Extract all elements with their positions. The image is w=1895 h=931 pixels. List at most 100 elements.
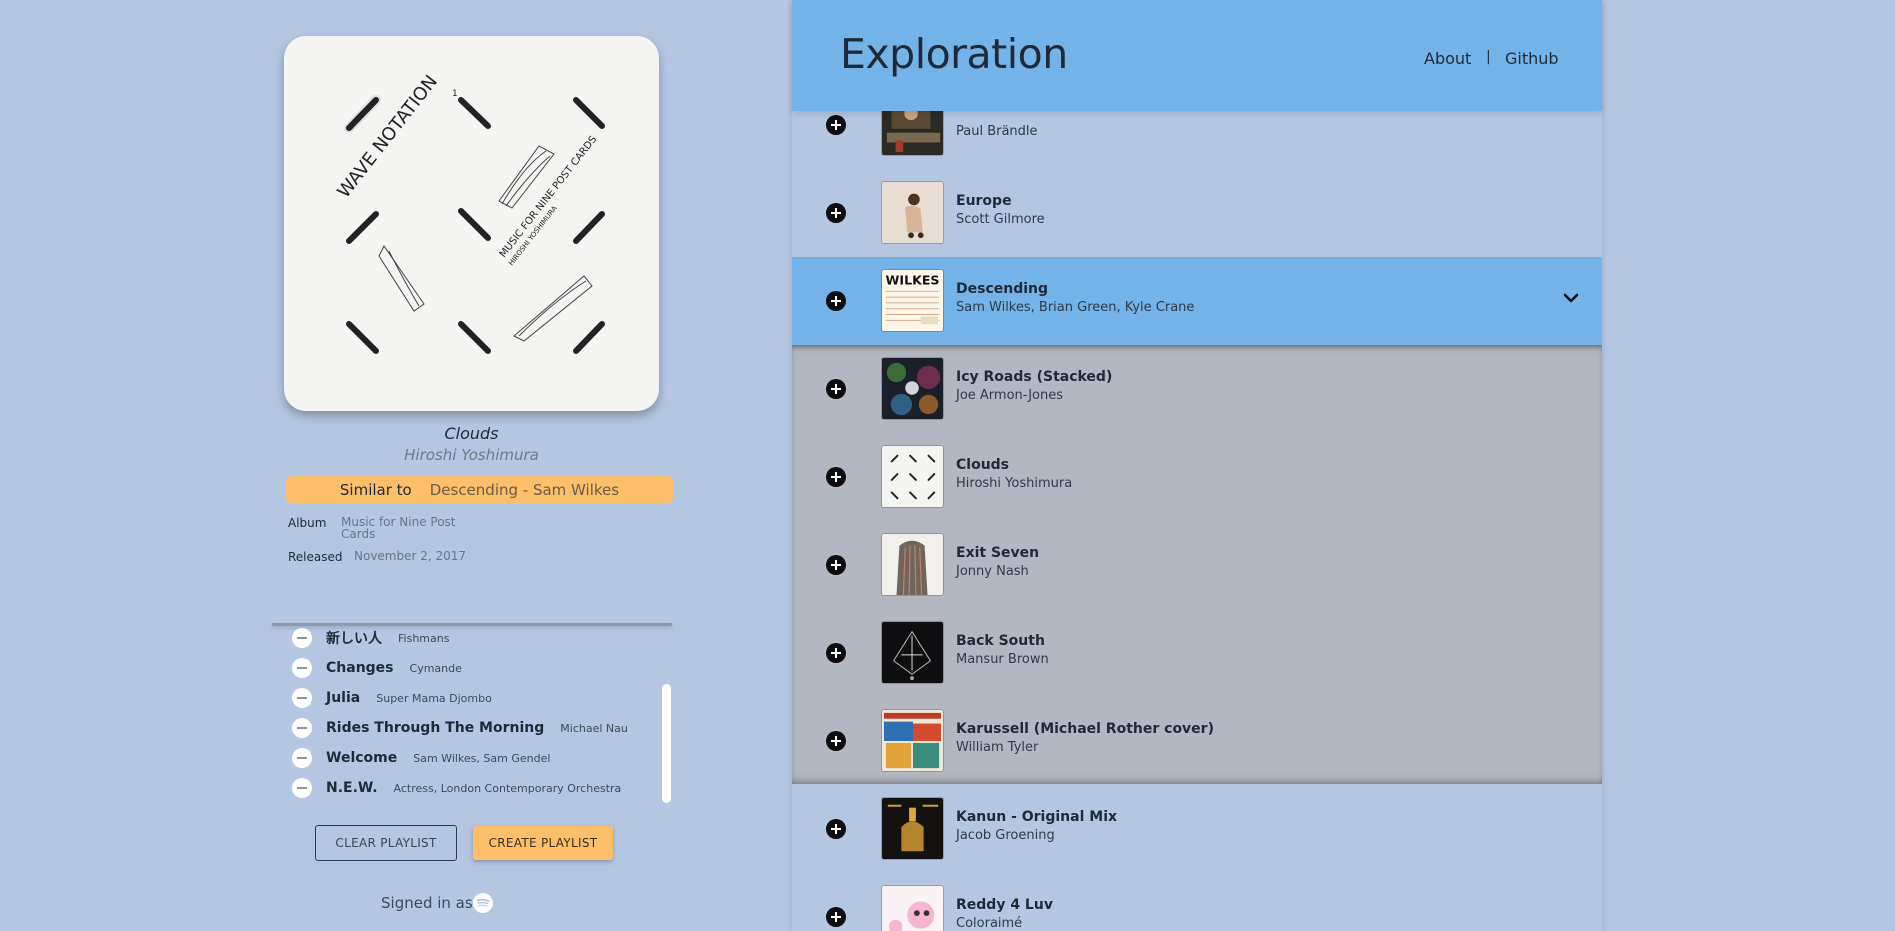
now-playing-title: Clouds (444, 424, 499, 443)
album-value-line2: Cards (341, 527, 376, 541)
track-title: Exit Seven (956, 545, 1040, 561)
create-playlist-button[interactable]: CREATE PLAYLIST (473, 826, 613, 860)
feed-row[interactable]: Clouds Hiroshi Yoshimura (792, 433, 1602, 521)
remove-track-icon[interactable] (292, 688, 312, 708)
album-thumbnail: WILKES (881, 269, 944, 332)
album-thumbnail (881, 885, 944, 931)
chevron-down-icon[interactable] (1562, 291, 1580, 305)
track-title: Descending (956, 281, 1049, 297)
album-thumbnail (881, 797, 944, 860)
feed-row-selected[interactable]: WILKES Descending Sam Wilkes, Brian Gree… (792, 257, 1602, 345)
add-track-icon[interactable] (826, 115, 846, 135)
track-title: Clouds (956, 457, 1010, 473)
album-thumbnail (881, 357, 944, 420)
svg-text:1: 1 (452, 89, 458, 99)
track-artist: Jacob Groening (956, 828, 1055, 843)
add-track-icon[interactable] (826, 643, 846, 663)
spotify-icon[interactable] (473, 893, 493, 913)
album-thumbnail (881, 621, 944, 684)
app-title: Exploration (840, 30, 1068, 78)
playlist-item: Rides Through The Morning Michael Nau (272, 716, 672, 740)
track-title: Kanun - Original Mix (956, 809, 1118, 825)
svg-text:WAVE NOTATION: WAVE NOTATION (333, 71, 442, 202)
track-artist: Scott Gilmore (956, 212, 1045, 227)
album-label: Album (288, 516, 327, 530)
released-meta: Released November 2, 2017 (288, 550, 588, 564)
add-track-icon[interactable] (826, 555, 846, 575)
playlist-artist: Sam Wilkes, Sam Gendel (413, 751, 551, 765)
add-track-icon[interactable] (826, 907, 846, 927)
feed-row[interactable]: Karussell (Michael Rother cover) William… (792, 697, 1602, 785)
remove-track-icon[interactable] (292, 658, 312, 678)
album-thumbnail (881, 181, 944, 244)
remove-track-icon[interactable] (292, 628, 312, 648)
track-title: Karussell (Michael Rother cover) (956, 721, 1214, 737)
similar-to-value[interactable]: Descending - Sam Wilkes (430, 481, 619, 499)
released-value: November 2, 2017 (354, 549, 467, 563)
playlist-track: Rides Through The Morning (326, 720, 545, 736)
album-cover-art: WAVE NOTATION 1 MUSIC FOR NINE POST CARD… (333, 71, 605, 354)
track-artist: Coloraimé (956, 916, 1023, 931)
add-track-icon[interactable] (826, 731, 846, 751)
playlist-track: 新しい人 (326, 631, 382, 647)
album-cover: WAVE NOTATION 1 MUSIC FOR NINE POST CARD… (284, 36, 659, 411)
remove-track-icon[interactable] (292, 748, 312, 768)
add-track-icon[interactable] (826, 467, 846, 487)
track-artist: Sam Wilkes, Brian Green, Kyle Crane (956, 300, 1195, 315)
clear-playlist-button[interactable]: CLEAR PLAYLIST (315, 825, 457, 861)
feed-row[interactable]: Europe Scott Gilmore (792, 169, 1602, 257)
track-artist: Jonny Nash (956, 564, 1029, 579)
app-header: Exploration About | Github (792, 0, 1602, 111)
feed-row[interactable]: Reddy 4 Luv Coloraimé (792, 873, 1602, 931)
album-meta: Album Music for Nine Post Cards (288, 516, 588, 544)
playlist-item: N.E.W. Actress, London Contemporary Orch… (272, 776, 672, 800)
album-thumbnail (881, 445, 944, 508)
playlist-track: Julia (326, 690, 361, 706)
track-artist: Paul Brändle (956, 124, 1038, 139)
playlist-scrollbar[interactable] (662, 684, 671, 803)
track-title: Back South (956, 633, 1045, 649)
playlist-artist: Fishmans (398, 631, 450, 645)
playlist-artist: Cymande (409, 661, 462, 675)
feed-row[interactable]: Exit Seven Jonny Nash (792, 521, 1602, 609)
playlist-item: 新しい人 Fishmans (272, 626, 672, 650)
playlist-artist: Michael Nau (560, 721, 628, 735)
signed-in-label: Signed in as (381, 894, 473, 912)
album-thumbnail (881, 533, 944, 596)
playlist-item: Welcome Sam Wilkes, Sam Gendel (272, 746, 672, 770)
track-artist: Mansur Brown (956, 652, 1049, 667)
playlist-item: Julia Super Mama Djombo (272, 686, 672, 710)
track-title: Reddy 4 Luv (956, 897, 1053, 913)
add-track-icon[interactable] (826, 203, 846, 223)
similar-to-label: Similar to (339, 480, 412, 499)
playlist-track: Changes (326, 660, 394, 676)
released-label: Released (288, 550, 343, 564)
track-title: Icy Roads (Stacked) (956, 369, 1113, 385)
feed-row[interactable]: Back South Mansur Brown (792, 609, 1602, 697)
remove-track-icon[interactable] (292, 718, 312, 738)
track-artist: Hiroshi Yoshimura (956, 476, 1073, 491)
add-track-icon[interactable] (826, 379, 846, 399)
svg-text:WILKES: WILKES (886, 273, 940, 288)
playlist-artist: Super Mama Djombo (376, 691, 492, 705)
similar-to-bar: Similar to Descending - Sam Wilkes (285, 475, 674, 504)
playlist-artist: Actress, London Contemporary Orchestra (393, 781, 622, 795)
add-track-icon[interactable] (826, 291, 846, 311)
remove-track-icon[interactable] (292, 778, 312, 798)
track-artist: Joe Armon-Jones (956, 388, 1063, 403)
add-track-icon[interactable] (826, 819, 846, 839)
now-playing-artist: Hiroshi Yoshimura (404, 446, 539, 464)
nav-about-link[interactable]: About (1424, 49, 1471, 68)
playlist-item: Changes Cymande (272, 656, 672, 680)
feed-row[interactable]: Kanun - Original Mix Jacob Groening (792, 785, 1602, 873)
playlist-track: Welcome (326, 750, 398, 766)
track-artist: William Tyler (956, 740, 1039, 755)
recommendation-feed[interactable]: Paul Brändle Europe Scott Gilmore WILKES… (792, 0, 1602, 931)
playlist[interactable]: 新しい人 Fishmans Changes Cymande Julia Supe… (272, 626, 672, 806)
nav-github-link[interactable]: Github (1505, 49, 1559, 68)
track-title: Europe (956, 193, 1012, 209)
playlist-track: N.E.W. (326, 780, 378, 796)
album-thumbnail (881, 709, 944, 772)
nav-separator: | (1486, 49, 1491, 65)
feed-row[interactable]: Icy Roads (Stacked) Joe Armon-Jones (792, 345, 1602, 433)
